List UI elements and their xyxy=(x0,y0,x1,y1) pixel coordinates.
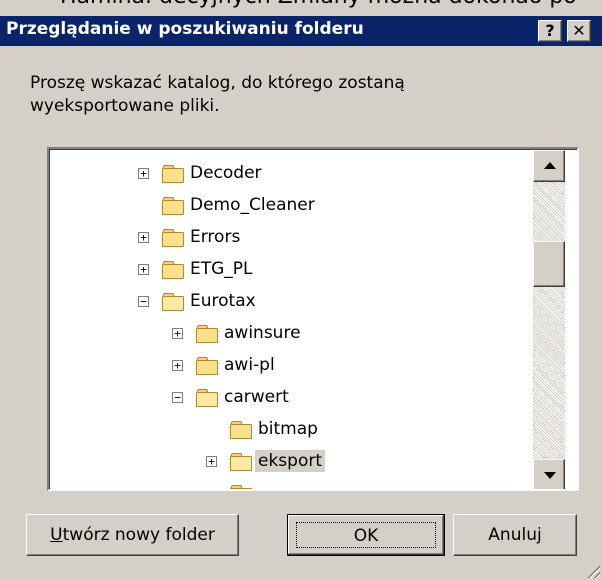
expand-icon[interactable]: + xyxy=(172,328,183,339)
resize-grip-icon[interactable] xyxy=(586,564,600,578)
expand-icon[interactable]: + xyxy=(138,168,149,179)
folder-icon xyxy=(196,325,218,343)
dialog-titlebar[interactable]: Przeglądanie w poszukiwaniu folderu ? ✕ xyxy=(0,16,602,46)
collapse-icon[interactable]: − xyxy=(138,296,149,307)
new-folder-label: twórz nowy folder xyxy=(62,525,215,545)
tree-item-label: ETG_PL xyxy=(190,259,253,279)
help-button[interactable]: ? xyxy=(538,20,562,42)
tree-item[interactable]: + awi-pl xyxy=(50,350,530,382)
dialog-prompt: Proszę wskazać katalog, do którego zosta… xyxy=(30,73,405,116)
collapse-icon[interactable]: − xyxy=(172,392,183,403)
folder-icon xyxy=(162,229,184,247)
tree-item-label: bitmap xyxy=(258,419,318,439)
tree-item-label: awi-pl xyxy=(224,355,275,375)
tree-item[interactable]: − Eurotax xyxy=(50,286,530,318)
tree-item[interactable]: − carwert xyxy=(50,382,530,414)
open-folder-icon xyxy=(196,389,218,407)
scroll-down-button[interactable] xyxy=(533,459,565,489)
tree-item[interactable]: Demo_Cleaner xyxy=(50,190,530,222)
tree-item[interactable]: + Errors xyxy=(50,222,530,254)
tree-item-selected[interactable]: + eksport xyxy=(50,446,530,478)
cancel-button[interactable]: Anuluj xyxy=(453,514,577,556)
open-folder-icon xyxy=(162,293,184,311)
tree-scrollbar[interactable] xyxy=(533,150,565,489)
folder-icon xyxy=(196,357,218,375)
folder-icon xyxy=(162,165,184,183)
scroll-thumb[interactable] xyxy=(533,241,565,287)
background-document-text: Hamina. decyjnych Zmiany mozna dokonao p… xyxy=(60,0,602,9)
tree-item-label: Demo_Cleaner xyxy=(190,195,315,215)
folder-icon xyxy=(230,485,252,489)
folder-icon xyxy=(230,421,252,439)
tree-item-partial[interactable] xyxy=(50,478,530,489)
tree-item[interactable]: + ETG_PL xyxy=(50,254,530,286)
ok-button[interactable]: OK xyxy=(287,514,445,556)
folder-tree[interactable]: + Decoder Demo_Cleaner + Errors + ETG_PL… xyxy=(47,147,579,491)
tree-item[interactable]: + awinsure xyxy=(50,318,530,350)
tree-item[interactable]: bitmap xyxy=(50,414,530,446)
open-folder-icon xyxy=(230,453,252,471)
expand-icon[interactable]: + xyxy=(172,360,183,371)
expand-icon[interactable]: + xyxy=(206,456,217,467)
ok-label: OK xyxy=(296,522,436,548)
new-folder-accelerator: U xyxy=(50,525,63,545)
folder-icon xyxy=(162,197,184,215)
scroll-up-button[interactable] xyxy=(533,150,565,182)
folder-icon xyxy=(162,261,184,279)
tree-item-label: Decoder xyxy=(190,163,262,183)
tree-item[interactable]: + Decoder xyxy=(50,158,530,190)
tree-item-label: awinsure xyxy=(224,323,301,343)
tree-item-label: Errors xyxy=(190,227,241,247)
expand-icon[interactable]: + xyxy=(138,264,149,275)
tree-item-label: carwert xyxy=(224,387,289,407)
expand-icon[interactable]: + xyxy=(138,232,149,243)
new-folder-button[interactable]: Utwórz nowy folder xyxy=(26,514,239,556)
tree-item-label: eksport xyxy=(255,450,326,472)
tree-item-label: Eurotax xyxy=(190,291,256,311)
arrow-up-icon xyxy=(544,162,556,169)
dialog-title: Przeglądanie w poszukiwaniu folderu xyxy=(6,19,364,39)
close-button[interactable]: ✕ xyxy=(567,20,591,42)
arrow-down-icon xyxy=(544,472,556,479)
